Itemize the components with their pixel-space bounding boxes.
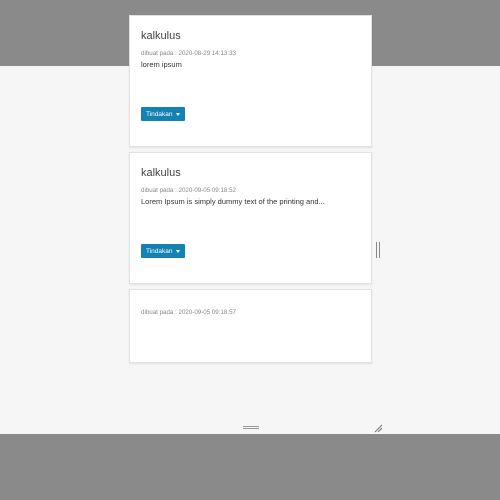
card-created-at: dibuat pada : 2020-09-05 09:18:57 [141,309,236,316]
card-title: kalkulus [141,167,181,179]
tindakan-button-label: Tindakan [146,247,173,255]
tindakan-button[interactable]: Tindakan [141,107,185,121]
card-title: kalkulus [141,30,181,42]
resize-corner-icon[interactable] [373,423,383,433]
caret-down-icon [175,249,180,253]
card-created-at: dibuat pada : 2020-09-05 09:18:52 [141,187,236,194]
tindakan-button-label: Tindakan [146,110,173,118]
card-description: lorem ipsum [141,60,182,69]
grip-horizontal-icon[interactable] [243,426,259,429]
card-created-at: dibuat pada : 2020-08-29 14:13:33 [141,50,236,57]
card: dibuat pada : 2020-09-05 09:18:57 [129,289,372,363]
card: kalkulus dibuat pada : 2020-09-05 09:18:… [129,152,372,284]
tindakan-button[interactable]: Tindakan [141,244,185,258]
caret-down-icon [175,112,180,116]
grip-vertical-icon[interactable] [376,242,380,258]
card-description: Lorem Ipsum is simply dummy text of the … [141,197,325,206]
card: kalkulus dibuat pada : 2020-08-29 14:13:… [129,15,372,147]
